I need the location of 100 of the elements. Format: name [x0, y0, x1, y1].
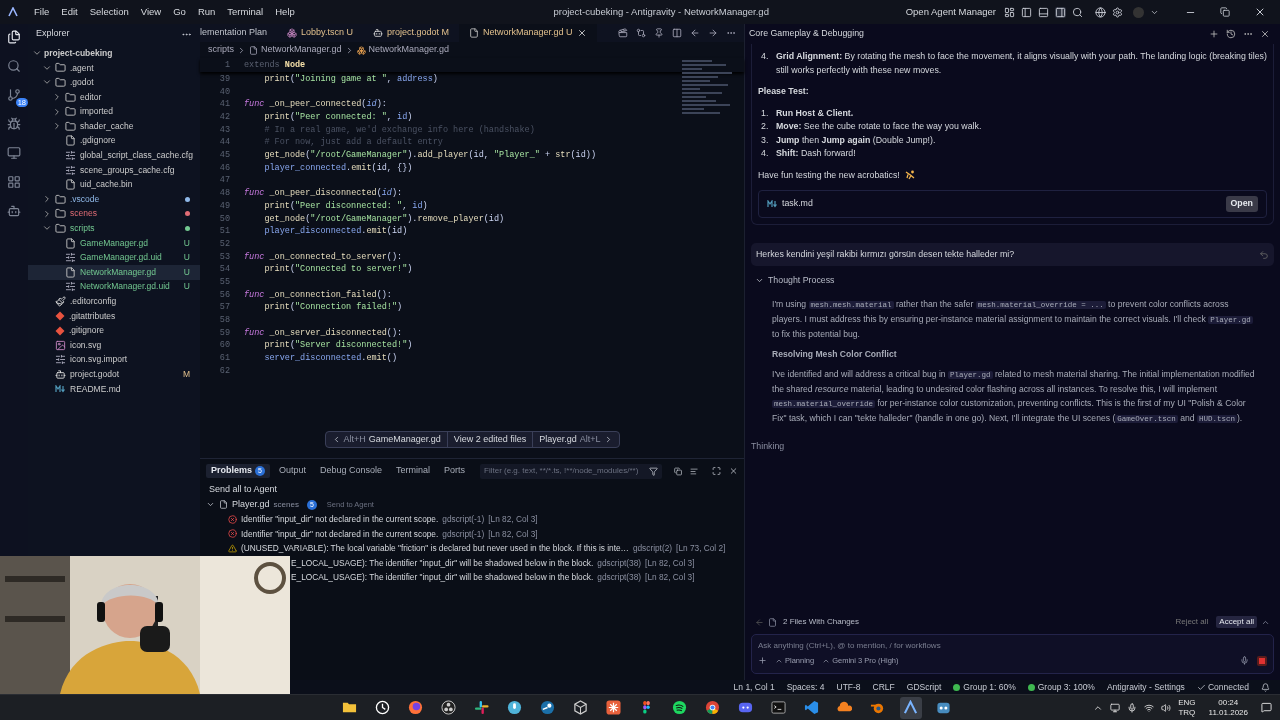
- network-icon[interactable]: [1144, 702, 1155, 713]
- problem-row[interactable]: (UNUSED_VARIABLE): The local variable "friction" is declared but never used in the block. If this is inte… gdscript(2) [Ln 73, Col 2]: [200, 541, 744, 556]
- collapse-icon[interactable]: [673, 466, 682, 476]
- notification-center-icon[interactable]: [1261, 702, 1272, 713]
- tree-item[interactable]: scripts: [28, 221, 200, 236]
- back-icon[interactable]: [690, 28, 700, 38]
- menu-item[interactable]: Edit: [55, 2, 84, 22]
- tree-item[interactable]: shader_cache: [28, 118, 200, 134]
- status-item[interactable]: GDScript: [906, 680, 942, 694]
- tree-item[interactable]: .godot: [28, 75, 200, 90]
- tree-item[interactable]: README.md: [28, 381, 200, 397]
- panel-right-icon[interactable]: [1055, 6, 1066, 18]
- status-item[interactable]: Spaces: 4: [786, 680, 825, 694]
- tree-item[interactable]: NetworkManager.gd.uid U: [28, 279, 200, 295]
- panel-bottom-icon[interactable]: [1038, 6, 1049, 18]
- close-icon[interactable]: [1254, 6, 1266, 18]
- tree-item[interactable]: NetworkManager.gd U: [28, 264, 200, 280]
- problem-row[interactable]: Identifier "input_dir" not declared in the current scope. gdscript(-1) [Ln 82, Col 3]: [200, 526, 744, 542]
- menu-item[interactable]: Selection: [83, 2, 135, 22]
- connection-status[interactable]: Connected: [1196, 680, 1249, 694]
- agent-manager-button[interactable]: Open Agent Manager: [901, 3, 1000, 21]
- tree-item[interactable]: .gdignore: [28, 133, 200, 149]
- files-with-changes-toggle[interactable]: 2 Files With Changes: [783, 616, 860, 628]
- tree-item[interactable]: project.godot M: [28, 367, 200, 382]
- editor-tab[interactable]: project.godot M: [362, 24, 459, 42]
- notifications-icon[interactable]: [1261, 682, 1270, 692]
- status-item[interactable]: CRLF: [872, 680, 895, 694]
- robot-icon[interactable]: [7, 204, 21, 218]
- volume-icon[interactable]: [1161, 702, 1172, 713]
- monitor-icon[interactable]: [1110, 702, 1121, 713]
- view-edited-files-button[interactable]: View 2 edited files: [447, 432, 534, 447]
- problem-row[interactable]: Identifier "input_dir" not declared in the current scope. gdscript(-1) [Ln 82, Col 3]: [200, 512, 744, 527]
- globe-icon[interactable]: [1095, 6, 1106, 18]
- status-item[interactable]: Antigravity - Settings: [1106, 680, 1185, 694]
- tree-item[interactable]: scene_groups_cache.cfg: [28, 162, 200, 178]
- panel-left-icon[interactable]: [1021, 6, 1032, 18]
- clock-date[interactable]: 11.01.2026: [1208, 707, 1248, 718]
- breadcrumb-item[interactable]: NetworkManager.gd: [261, 43, 342, 57]
- maximize-icon[interactable]: [711, 466, 721, 476]
- tree-item[interactable]: GameManager.gd U: [28, 235, 200, 251]
- editor-tab[interactable]: lementation Plan: [200, 24, 278, 42]
- stop-button[interactable]: [1257, 655, 1267, 666]
- next-file-button[interactable]: Player.gd Alt+L: [533, 432, 619, 447]
- extensions-icon[interactable]: [7, 175, 21, 189]
- tree-item[interactable]: icon.svg: [28, 337, 200, 353]
- tree-item[interactable]: editor: [28, 89, 200, 105]
- tree-item[interactable]: .agent: [28, 60, 200, 76]
- layout-icon[interactable]: [1004, 6, 1015, 18]
- menu-item[interactable]: Help: [269, 2, 301, 22]
- settings-icon[interactable]: [1112, 6, 1123, 18]
- tree-item[interactable]: global_script_class_cache.cfg: [28, 148, 200, 163]
- editor-tab[interactable]: NetworkManager.gd U: [458, 24, 597, 42]
- microphone-icon[interactable]: [1240, 656, 1249, 666]
- split-editor-icon[interactable]: [672, 28, 682, 38]
- tree-item[interactable]: .gitattributes: [28, 308, 200, 324]
- add-icon[interactable]: [758, 656, 767, 666]
- tree-item[interactable]: project-cubeking: [28, 46, 200, 61]
- pin-icon[interactable]: [654, 28, 664, 38]
- forward-icon[interactable]: [708, 28, 718, 38]
- tree-item[interactable]: uid_cache.bin: [28, 177, 200, 192]
- compare-icon[interactable]: [636, 28, 646, 38]
- menu-item[interactable]: Run: [191, 2, 222, 22]
- status-item[interactable]: UTF-8: [836, 680, 861, 694]
- search-icon[interactable]: [7, 59, 21, 73]
- status-item[interactable]: Ln 1, Col 1: [733, 680, 775, 694]
- source-control-icon[interactable]: [7, 88, 21, 102]
- status-item[interactable]: Group 3: 100%: [1037, 680, 1095, 694]
- language-indicator[interactable]: ENG: [1178, 697, 1196, 708]
- thought-process-toggle[interactable]: Thought Process: [768, 274, 835, 288]
- send-all-to-agent-link[interactable]: Send all to Agent: [200, 482, 287, 497]
- tree-item[interactable]: .vscode: [28, 191, 200, 207]
- accept-all-button[interactable]: Accept all: [1216, 616, 1257, 628]
- tree-item[interactable]: scenes: [28, 206, 200, 222]
- open-button[interactable]: Open: [1225, 196, 1258, 212]
- tree-item[interactable]: GameManager.gd.uid U: [28, 250, 200, 265]
- status-item[interactable]: Group 1: 60%: [963, 680, 1016, 694]
- filter-field[interactable]: Filter (e.g. text, **/*.ts, !**/node_modules/**): [480, 463, 662, 479]
- tree-item[interactable]: icon.svg.import: [28, 352, 200, 368]
- monitor-icon[interactable]: [7, 146, 21, 160]
- close-tab-icon[interactable]: [576, 28, 587, 38]
- breadcrumb-item[interactable]: scripts: [208, 43, 234, 57]
- menu-item[interactable]: Go: [167, 2, 192, 22]
- menu-item[interactable]: File: [28, 2, 56, 22]
- close-icon[interactable]: [1260, 29, 1270, 39]
- history-icon[interactable]: [1226, 29, 1236, 39]
- chevron-down-icon[interactable]: [206, 500, 215, 509]
- menu-item[interactable]: View: [134, 2, 168, 22]
- view-as-list-icon[interactable]: [689, 466, 698, 476]
- panel-tab[interactable]: Debug Console: [314, 464, 387, 478]
- restore-icon[interactable]: [1220, 7, 1230, 17]
- menu-item[interactable]: Terminal: [221, 2, 270, 22]
- breadcrumb-item[interactable]: NetworkManager.gd: [368, 43, 450, 57]
- problem-row[interactable]: E_LOCAL_USAGE): The identifier "input_dir" will be shadowed below in the block. gdscript(38) [Ln 82, Col 3]: [291, 570, 695, 585]
- reject-all-button[interactable]: Reject all: [1175, 616, 1209, 628]
- keyboard-layout-indicator[interactable]: TRQ: [1178, 707, 1196, 718]
- taskbar-app[interactable]: [899, 696, 922, 719]
- clock-time[interactable]: 00:24: [1208, 697, 1248, 708]
- panel-tab[interactable]: Terminal: [391, 464, 435, 478]
- problem-row[interactable]: E_LOCAL_USAGE): The identifier "input_dir" will be shadowed below in the block. gdscript(38) [Ln 82, Col 3]: [291, 555, 695, 571]
- files-icon[interactable]: [7, 30, 21, 44]
